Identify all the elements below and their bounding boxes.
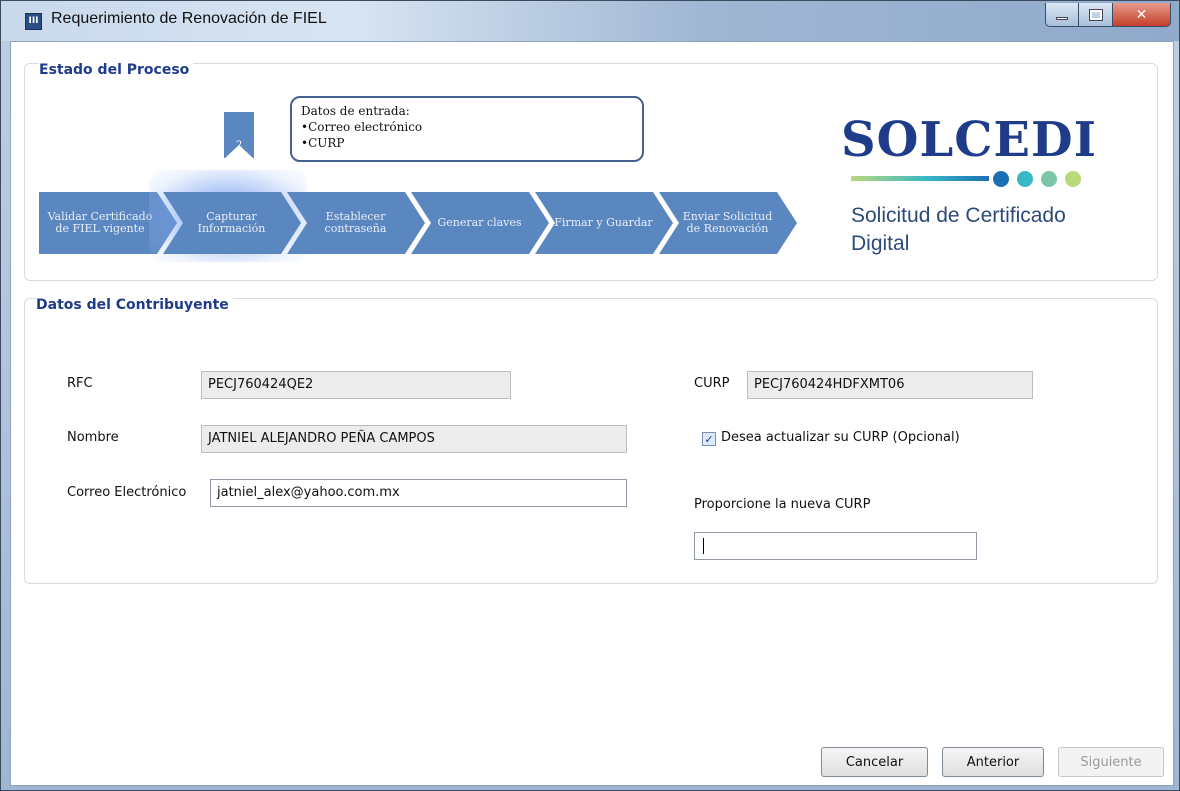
process-step-5: Firmar y Guardar <box>535 192 673 254</box>
callout-heading: Datos de entrada: <box>301 104 410 118</box>
solcedi-logo: SOLCEDI <box>841 112 1098 168</box>
logo-bar <box>851 176 989 181</box>
logo-subtitle-line2: Digital <box>851 232 910 255</box>
minimize-icon <box>1056 17 1068 20</box>
curp-field[interactable]: PECJ760424HDFXMT06 <box>747 371 1033 399</box>
logo-dot <box>993 171 1009 187</box>
next-button[interactable]: Siguiente <box>1058 747 1164 777</box>
process-step-4: Generar claves <box>411 192 549 254</box>
checkmark-icon: ✓ <box>704 432 714 446</box>
process-step-label: Firmar y Guardar <box>554 216 653 229</box>
process-step-6: Enviar Solicitud de Renovación <box>659 192 797 254</box>
maximize-button[interactable] <box>1079 3 1113 27</box>
logo-subtitle-line1: Solicitud de Certificado <box>851 204 1066 227</box>
previous-button[interactable]: Anterior <box>942 747 1044 777</box>
title-bar[interactable]: III Requerimiento de Renovación de FIEL … <box>1 1 1179 41</box>
input-data-callout: Datos de entrada: Correo electrónico CUR… <box>290 96 644 162</box>
process-step-label: Establecer contraseña <box>324 210 387 235</box>
update-curp-label[interactable]: Desea actualizar su CURP (Opcional) <box>721 430 960 445</box>
nueva-curp-label: Proporcione la nueva CURP <box>694 497 871 512</box>
logo-subtitle: Solicitud de Certificado Digital <box>851 202 1111 258</box>
process-step-label: Generar claves <box>437 216 522 229</box>
step-indicator-number: 2 <box>235 140 243 151</box>
nombre-field[interactable]: JATNIEL ALEJANDRO PEÑA CAMPOS <box>201 425 627 453</box>
logo-dot <box>1065 171 1081 187</box>
step-indicator: 2 <box>224 112 254 159</box>
nombre-label: Nombre <box>67 430 119 445</box>
process-step-label: Validar Certificado de FIEL vigente <box>47 210 153 235</box>
app-window: III Requerimiento de Renovación de FIEL … <box>0 0 1180 791</box>
rfc-label: RFC <box>67 376 93 391</box>
text-cursor <box>703 537 704 554</box>
process-step-label: Enviar Solicitud de Renovación <box>682 210 773 235</box>
taxpayer-data-title: Datos del Contribuyente <box>36 298 233 312</box>
process-step-2: Capturar Información <box>149 170 307 262</box>
logo-dot <box>1017 171 1033 187</box>
process-step-label: Capturar Información <box>197 210 266 235</box>
cancel-button[interactable]: Cancelar <box>821 747 928 777</box>
logo-dot <box>1041 171 1057 187</box>
rfc-field[interactable]: PECJ760424QE2 <box>201 371 511 399</box>
update-curp-checkbox[interactable]: ✓ <box>702 432 716 446</box>
close-icon: ✕ <box>1135 6 1148 23</box>
curp-label: CURP <box>694 376 730 391</box>
correo-label: Correo Electrónico <box>67 485 187 500</box>
window-title: Requerimiento de Renovación de FIEL <box>51 10 327 27</box>
app-icon: III <box>25 13 42 30</box>
nueva-curp-field[interactable] <box>694 532 977 560</box>
correo-field[interactable]: jatniel_alex@yahoo.com.mx <box>210 479 627 507</box>
window-controls: ✕ <box>1045 3 1171 27</box>
process-step-3: Establecer contraseña <box>287 192 425 254</box>
close-button[interactable]: ✕ <box>1113 3 1171 27</box>
callout-item: Correo electrónico <box>301 119 642 135</box>
callout-item: CURP <box>301 135 642 151</box>
dialog-client-area: Estado del Proceso 2 Datos de entrada: C… <box>10 41 1174 786</box>
maximize-icon <box>1088 8 1103 21</box>
minimize-button[interactable] <box>1045 3 1079 27</box>
process-steps: Validar Certificado de FIEL vigente Capt… <box>39 170 819 262</box>
process-status-title: Estado del Proceso <box>39 63 194 77</box>
